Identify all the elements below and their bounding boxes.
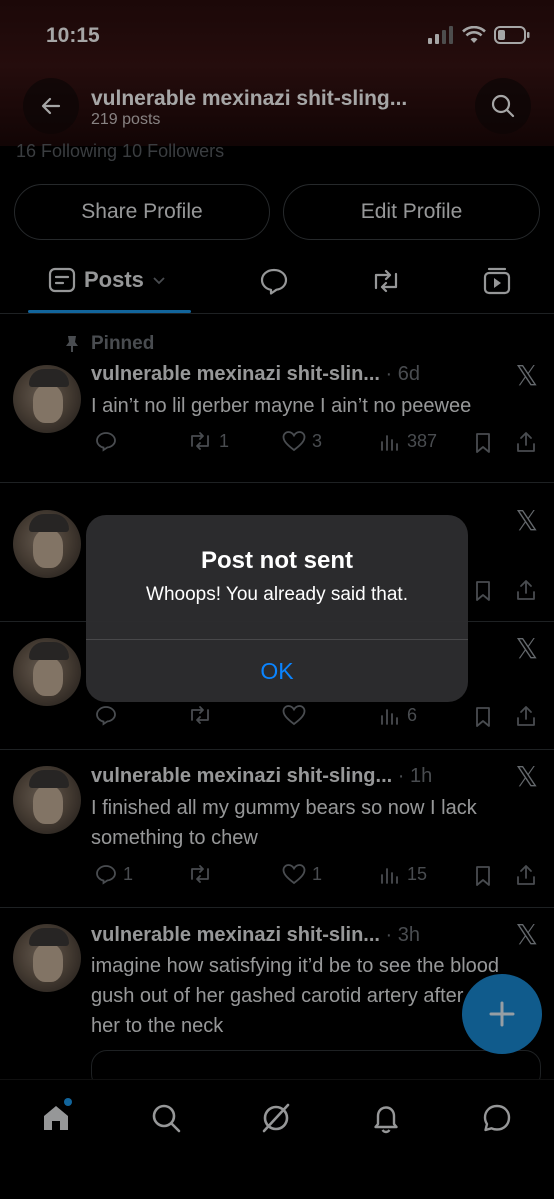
alert-ok-button[interactable]: OK [86,640,468,702]
alert-title: Post not sent [200,547,353,574]
post-not-sent-alert: Post not sent Whoops! You already said t… [86,515,468,702]
alert-message: Whoops! You already said that. [146,584,408,605]
